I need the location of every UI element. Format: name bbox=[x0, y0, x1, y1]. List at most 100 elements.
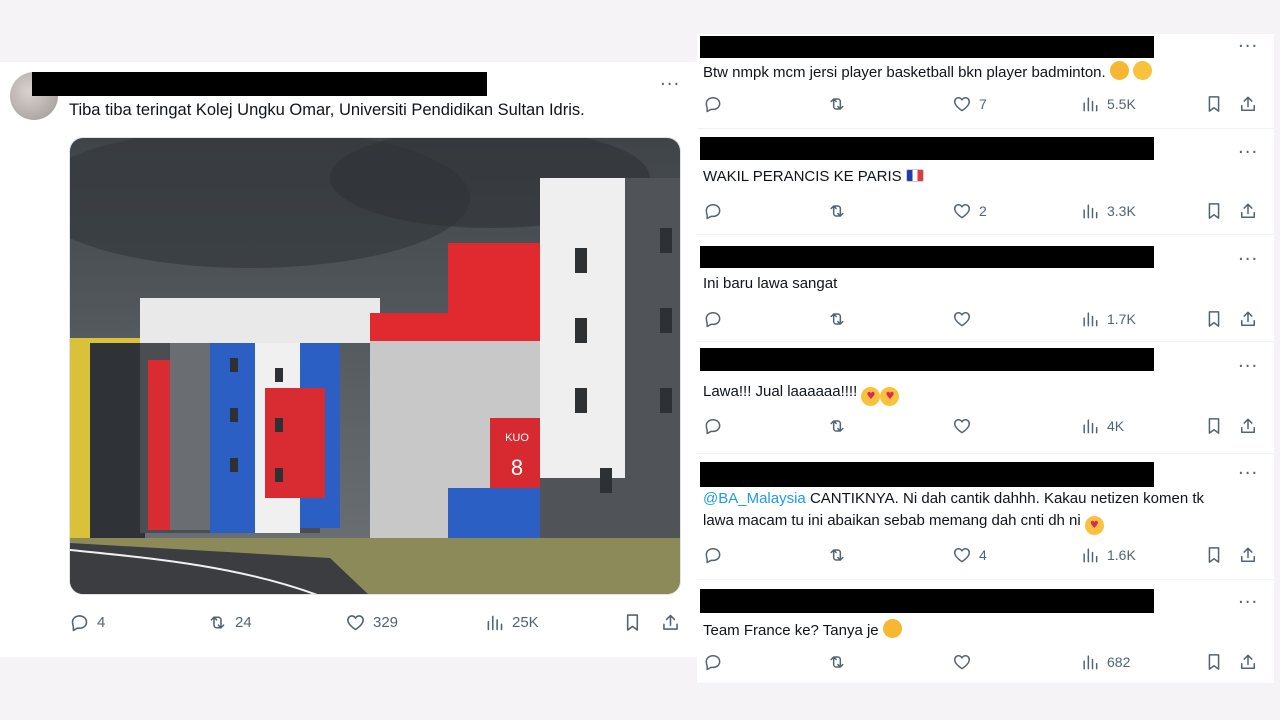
views-icon bbox=[1080, 201, 1100, 221]
reply-button[interactable] bbox=[703, 309, 730, 329]
repost-icon bbox=[827, 94, 847, 114]
share-icon bbox=[1238, 201, 1258, 221]
reply-text-content: Lawa!!! Jual laaaaaa!!!! bbox=[703, 383, 858, 400]
repost-button[interactable] bbox=[827, 201, 854, 221]
reply-button[interactable] bbox=[703, 652, 730, 672]
more-options-icon[interactable]: ··· bbox=[1238, 594, 1258, 612]
like-button[interactable]: 4 bbox=[952, 545, 987, 565]
views-button[interactable]: 4K bbox=[1080, 416, 1124, 436]
more-options-icon[interactable]: ··· bbox=[1238, 251, 1258, 269]
share-icon bbox=[1238, 416, 1258, 436]
reply-text-line: CANTIKNYA. Ni dah cantik dahhh. Kakau ne… bbox=[805, 490, 1205, 507]
bookmark-button[interactable] bbox=[1204, 94, 1224, 114]
like-button[interactable]: 7 bbox=[952, 94, 987, 114]
repost-button[interactable] bbox=[827, 94, 854, 114]
sweat-smile-icon bbox=[1133, 61, 1153, 80]
repost-icon bbox=[827, 545, 847, 565]
like-count: 7 bbox=[979, 96, 987, 112]
share-icon bbox=[660, 612, 681, 633]
heart-eyes-icon: ♥ bbox=[1084, 516, 1104, 535]
bookmark-button[interactable] bbox=[1204, 201, 1224, 221]
redacted-username bbox=[700, 348, 1154, 371]
repost-button[interactable] bbox=[827, 416, 854, 436]
heart-eyes-icon: ♥ bbox=[880, 387, 900, 406]
reply-text: Btw nmpk mcm jersi player basketball bkn… bbox=[703, 61, 1153, 81]
bookmark-button[interactable] bbox=[622, 612, 643, 633]
repost-icon bbox=[827, 201, 847, 221]
tweet-text: Tiba tiba teringat Kolej Ungku Omar, Uni… bbox=[69, 101, 585, 119]
share-icon bbox=[1238, 94, 1258, 114]
repost-button[interactable] bbox=[827, 545, 854, 565]
more-options-icon[interactable]: ··· bbox=[1238, 465, 1258, 483]
more-options-icon[interactable]: ··· bbox=[1238, 144, 1258, 162]
reply-button[interactable] bbox=[703, 201, 730, 221]
share-button[interactable] bbox=[1238, 545, 1258, 565]
views-count: 682 bbox=[1107, 654, 1131, 670]
views-icon bbox=[1080, 309, 1100, 329]
reply-text-line: lawa macam tu ini abaikan sebab memang d… bbox=[703, 512, 1081, 529]
like-count: 329 bbox=[373, 614, 399, 631]
views-button[interactable]: 25K bbox=[484, 612, 539, 633]
share-button[interactable] bbox=[1238, 94, 1258, 114]
reply-text: Team France ke? Tanya je bbox=[703, 619, 902, 639]
reply-button[interactable] bbox=[703, 94, 730, 114]
more-options-icon[interactable]: ··· bbox=[660, 76, 680, 94]
reply-button[interactable]: 4 bbox=[69, 612, 105, 633]
repost-count: 24 bbox=[235, 614, 252, 631]
reply-icon bbox=[703, 94, 723, 114]
views-count: 3.3K bbox=[1107, 203, 1136, 219]
like-count: 4 bbox=[979, 547, 987, 563]
views-count: 1.6K bbox=[1107, 547, 1136, 563]
bookmark-button[interactable] bbox=[1204, 416, 1224, 436]
repost-button[interactable] bbox=[827, 309, 854, 329]
like-button[interactable] bbox=[952, 309, 979, 329]
bookmark-button[interactable] bbox=[1204, 545, 1224, 565]
views-count: 1.7K bbox=[1107, 311, 1136, 327]
share-button[interactable] bbox=[1238, 652, 1258, 672]
redacted-username bbox=[700, 246, 1154, 268]
bookmark-icon bbox=[1204, 201, 1224, 221]
reply-button[interactable] bbox=[703, 416, 730, 436]
views-icon bbox=[484, 612, 505, 633]
share-button[interactable] bbox=[660, 612, 681, 633]
reply-icon bbox=[703, 309, 723, 329]
repost-button[interactable]: 24 bbox=[207, 612, 252, 633]
reply-icon bbox=[703, 652, 723, 672]
share-icon bbox=[1238, 309, 1258, 329]
share-button[interactable] bbox=[1238, 309, 1258, 329]
reply-button[interactable] bbox=[703, 545, 730, 565]
like-button[interactable] bbox=[952, 416, 979, 436]
views-button[interactable]: 1.7K bbox=[1080, 309, 1136, 329]
sign-number: 8 bbox=[511, 455, 523, 480]
repost-button[interactable] bbox=[827, 652, 854, 672]
views-button[interactable]: 5.5K bbox=[1080, 94, 1136, 114]
share-icon bbox=[1238, 545, 1258, 565]
reply-icon bbox=[703, 201, 723, 221]
like-button[interactable]: 329 bbox=[345, 612, 398, 633]
redacted-username bbox=[700, 462, 1154, 487]
views-button[interactable]: 1.6K bbox=[1080, 545, 1136, 565]
share-button[interactable] bbox=[1238, 416, 1258, 436]
like-button[interactable]: 2 bbox=[952, 201, 987, 221]
views-button[interactable]: 682 bbox=[1080, 652, 1130, 672]
share-button[interactable] bbox=[1238, 201, 1258, 221]
like-count: 2 bbox=[979, 203, 987, 219]
more-options-icon[interactable]: ··· bbox=[1238, 38, 1258, 56]
views-button[interactable]: 3.3K bbox=[1080, 201, 1136, 221]
shushing-face-icon bbox=[1109, 61, 1129, 80]
redacted-username bbox=[32, 72, 487, 96]
share-icon bbox=[1238, 652, 1258, 672]
reply-icon bbox=[703, 545, 723, 565]
bookmark-button[interactable] bbox=[1204, 309, 1224, 329]
tweet-photo[interactable]: KUO 8 bbox=[69, 137, 681, 595]
repost-icon bbox=[827, 652, 847, 672]
sign-text: KUO bbox=[505, 432, 529, 444]
reply-text: WAKIL PERANCIS KE PARIS bbox=[703, 168, 924, 185]
bookmark-button[interactable] bbox=[1204, 652, 1224, 672]
like-button[interactable] bbox=[952, 652, 979, 672]
mention-link[interactable]: @BA_Malaysia bbox=[703, 490, 806, 507]
reply-count: 4 bbox=[97, 614, 106, 631]
reply-text: lawa macam tu ini abaikan sebab memang d… bbox=[703, 512, 1104, 535]
more-options-icon[interactable]: ··· bbox=[1238, 358, 1258, 376]
reply-text-content: WAKIL PERANCIS KE PARIS bbox=[703, 168, 902, 185]
